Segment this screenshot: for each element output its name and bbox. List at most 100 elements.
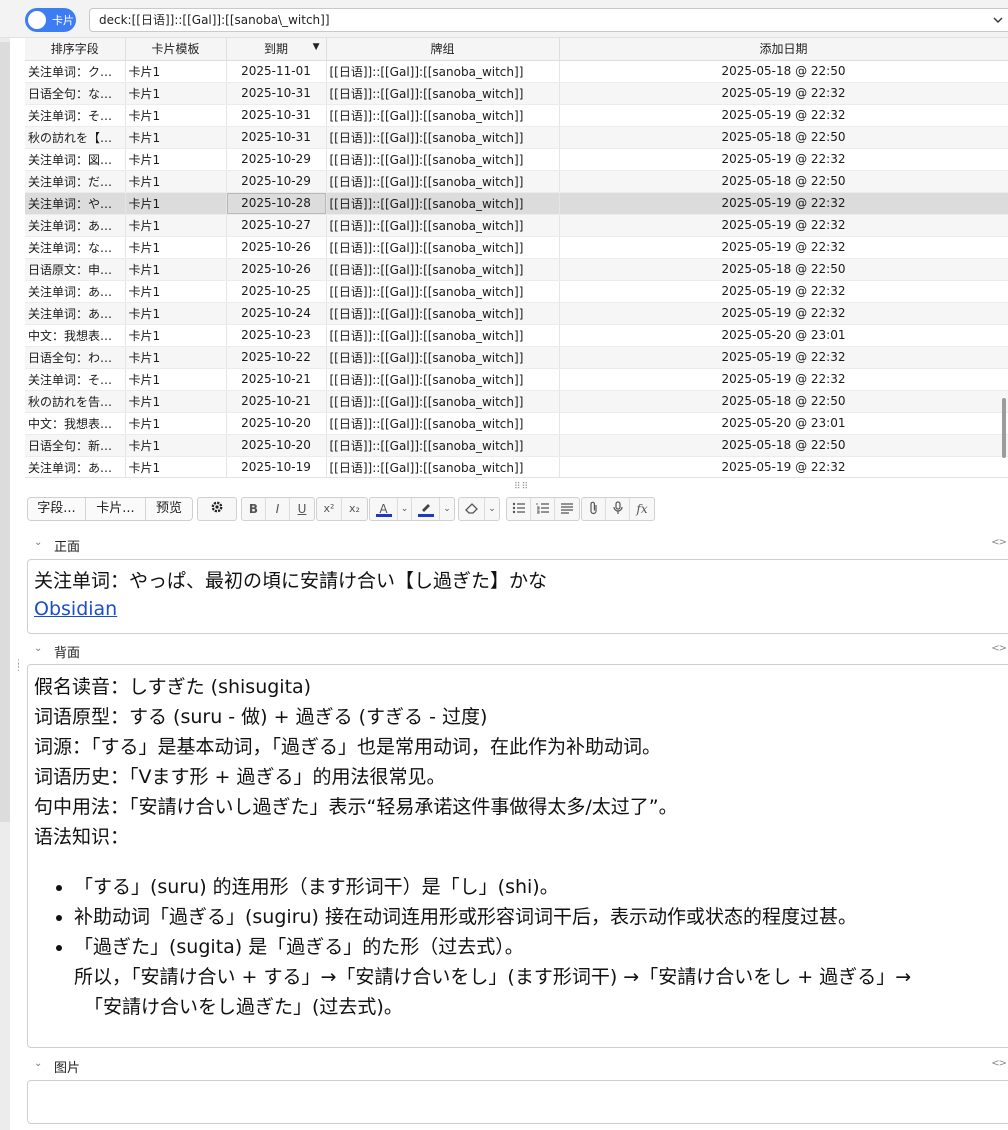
sidebar-collapsed-strip[interactable] xyxy=(0,42,10,822)
text-color-button[interactable]: A xyxy=(370,498,398,520)
table-row[interactable]: 关注单词：ク… 卡片1 2025-11-01 [[日语]]::[[Gal]]:[[sa… xyxy=(25,60,1008,83)
eraser-icon[interactable] xyxy=(459,498,485,520)
cell-added-date: 2025-05-20 @ 23:01 xyxy=(559,324,1008,347)
superscript-button[interactable]: x² xyxy=(317,498,342,520)
cell-due-date: 2025-10-29 xyxy=(226,170,327,193)
image-field-editor[interactable] xyxy=(27,1080,1008,1124)
column-header-card-template[interactable]: 卡片模板 xyxy=(125,38,227,61)
chevron-down-icon[interactable]: ⌄ xyxy=(34,1058,42,1069)
top-bar: 卡片 deck:[[日语]]::[[Gal]]:[[sanoba\_witch]… xyxy=(0,0,1008,38)
paperclip-icon[interactable] xyxy=(582,498,606,520)
cell-sort-field: 关注单词：あ… xyxy=(25,302,126,325)
cell-deck: [[日语]]::[[Gal]]:[[sanoba_witch]] xyxy=(326,104,560,127)
table-row[interactable]: 日语原文：申… 卡片1 2025-10-26 [[日语]]::[[Gal]]:[[sa… xyxy=(25,258,1008,281)
table-row[interactable]: 日语全句：わ… 卡片1 2025-10-22 [[日语]]::[[Gal]]:[[sa… xyxy=(25,346,1008,369)
chevron-down-icon[interactable]: ⌄ xyxy=(34,643,42,654)
table-row[interactable]: 关注单词：だ… 卡片1 2025-10-29 [[日语]]::[[Gal]]:[[sa… xyxy=(25,170,1008,193)
obsidian-link[interactable]: Obsidian xyxy=(34,598,117,620)
clear-format-dropdown-icon[interactable]: ⌄ xyxy=(485,498,499,520)
bold-button[interactable]: B xyxy=(242,498,266,520)
highlight-color-button[interactable] xyxy=(412,498,440,520)
grammar-continuation: 「安請け合いをし過ぎた」(过去式)。 xyxy=(84,996,403,1018)
table-row[interactable]: 秋の訪れを告… 卡片1 2025-10-21 [[日语]]::[[Gal]]:[[sa… xyxy=(25,390,1008,413)
back-line-reading: 假名读音：しすぎた (shisugita) xyxy=(34,676,312,698)
cell-sort-field: 关注单词：あ… xyxy=(25,280,126,303)
column-header-sort-field[interactable]: 排序字段 xyxy=(25,38,126,61)
highlight-dropdown-icon[interactable]: ⌄ xyxy=(440,498,454,520)
list-numbers-icon[interactable] xyxy=(531,498,555,520)
table-row[interactable]: 日语全句：新… 卡片1 2025-10-20 [[日语]]::[[Gal]]:[[sa… xyxy=(25,434,1008,457)
underline-button[interactable]: U xyxy=(290,498,314,520)
column-header-deck[interactable]: 牌组 xyxy=(326,38,560,61)
cell-card-template: 卡片1 xyxy=(125,148,227,171)
cell-deck: [[日语]]::[[Gal]]:[[sanoba_witch]] xyxy=(326,60,560,83)
html-editor-icon[interactable]: <> xyxy=(991,537,1007,548)
table-row[interactable]: 关注单词：あ… 卡片1 2025-10-25 [[日语]]::[[Gal]]:[[sa… xyxy=(25,280,1008,303)
table-row[interactable]: 秋の訪れを【… 卡片1 2025-10-31 [[日语]]::[[Gal]]:[[sa… xyxy=(25,126,1008,149)
cell-sort-field: 日语全句：わ… xyxy=(25,346,126,369)
table-row[interactable]: 关注单词：そ… 卡片1 2025-10-21 [[日语]]::[[Gal]]:[[sa… xyxy=(25,368,1008,391)
cell-added-date: 2025-05-18 @ 22:50 xyxy=(559,390,1008,413)
cell-deck: [[日语]]::[[Gal]]:[[sanoba_witch]] xyxy=(326,192,560,215)
table-resize-grip-icon[interactable]: ⠿⠿ xyxy=(514,482,529,492)
cell-deck: [[日语]]::[[Gal]]:[[sanoba_witch]] xyxy=(326,280,560,303)
list-group xyxy=(506,497,580,521)
microphone-icon[interactable] xyxy=(606,498,630,520)
grammar-bullet: 「する」(suru) 的连用形（ます形词干）是「し」(shi)。 xyxy=(74,872,1008,902)
search-input[interactable]: deck:[[日语]]::[[Gal]]:[[sanoba\_witch]] xyxy=(89,8,1008,32)
cell-sort-field: 日语全句：な… xyxy=(25,82,126,105)
chevron-down-icon[interactable]: ⌄ xyxy=(34,537,42,548)
table-row[interactable]: 关注单词：や… 卡片1 2025-10-28 [[日语]]::[[Gal]]:[[sa… xyxy=(25,192,1008,215)
html-editor-icon[interactable]: <> xyxy=(991,643,1007,654)
preview-button[interactable]: 预览 xyxy=(146,498,192,520)
cell-due-date: 2025-10-21 xyxy=(226,368,327,391)
text-color-swatch xyxy=(376,514,392,517)
cell-added-date: 2025-05-19 @ 22:32 xyxy=(559,280,1008,303)
back-field-editor[interactable]: 假名读音：しすぎた (shisugita) 词语原型：する (suru - 做)… xyxy=(27,664,1008,1048)
chevron-down-icon[interactable] xyxy=(992,9,1004,39)
cell-deck: [[日语]]::[[Gal]]:[[sanoba_witch]] xyxy=(326,346,560,369)
cell-due-date: 2025-10-21 xyxy=(226,390,327,413)
field-header-back[interactable]: ⌄ 背面 <> xyxy=(25,638,1008,664)
table-row[interactable]: 关注单词：図… 卡片1 2025-10-29 [[日语]]::[[Gal]]:[[sa… xyxy=(25,148,1008,171)
cell-sort-field: 秋の訪れを【… xyxy=(25,126,126,149)
column-header-added-date[interactable]: 添加日期 xyxy=(559,38,1008,61)
list-bullets-icon[interactable] xyxy=(507,498,531,520)
cell-card-template: 卡片1 xyxy=(125,192,227,215)
cell-card-template: 卡片1 xyxy=(125,368,227,391)
cards-button[interactable]: 卡片... xyxy=(86,498,146,520)
cell-card-template: 卡片1 xyxy=(125,170,227,193)
table-row[interactable]: 关注单词：あ… 卡片1 2025-10-19 [[日语]]::[[Gal]]:[[sa… xyxy=(25,456,1008,477)
table-row[interactable]: 关注单词：な… 卡片1 2025-10-26 [[日语]]::[[Gal]]:[[sa… xyxy=(25,236,1008,259)
table-row[interactable]: 日语全句：な… 卡片1 2025-10-31 [[日语]]::[[Gal]]:[[sa… xyxy=(25,82,1008,105)
settings-button[interactable] xyxy=(197,497,237,521)
grammar-continuation: 所以，「安請け合い + する」→「安請け合いをし」(ます形词干) →「安請け合い… xyxy=(74,966,912,988)
align-icon[interactable] xyxy=(555,498,579,520)
front-field-editor[interactable]: 关注单词：やっぱ、最初の頃に安請け合い【し過ぎた】かな Obsidian xyxy=(27,559,1008,634)
cell-card-template: 卡片1 xyxy=(125,214,227,237)
table-scrollbar-thumb[interactable] xyxy=(1002,398,1006,458)
splitter-grip-icon[interactable]: ⋮ ⋮ xyxy=(14,660,23,673)
cell-added-date: 2025-05-18 @ 22:50 xyxy=(559,434,1008,457)
field-header-front[interactable]: ⌄ 正面 <> xyxy=(25,532,1008,558)
table-row[interactable]: 关注单词：あ… 卡片1 2025-10-27 [[日语]]::[[Gal]]:[[sa… xyxy=(25,214,1008,237)
table-row[interactable]: 关注单词：そ… 卡片1 2025-10-31 [[日语]]::[[Gal]]:[[sa… xyxy=(25,104,1008,127)
table-row[interactable]: 中文：我想表… 卡片1 2025-10-23 [[日语]]::[[Gal]]:[[sa… xyxy=(25,324,1008,347)
text-color-dropdown-icon[interactable]: ⌄ xyxy=(398,498,412,520)
math-button[interactable]: fx xyxy=(630,498,654,520)
table-row[interactable]: 中文：我想表… 卡片1 2025-10-20 [[日语]]::[[Gal]]:[[sa… xyxy=(25,412,1008,435)
html-editor-icon[interactable]: <> xyxy=(991,1058,1007,1069)
field-header-image[interactable]: ⌄ 图片 <> xyxy=(25,1053,1008,1079)
subscript-button[interactable]: x₂ xyxy=(342,498,367,520)
column-header-due[interactable]: 到期 ▼ xyxy=(226,38,327,61)
cell-sort-field: 关注单词：そ… xyxy=(25,104,126,127)
cell-added-date: 2025-05-19 @ 22:32 xyxy=(559,368,1008,391)
cell-sort-field: 关注单词：だ… xyxy=(25,170,126,193)
table-row[interactable]: 关注单词：あ… 卡片1 2025-10-24 [[日语]]::[[Gal]]:[[sa… xyxy=(25,302,1008,325)
cell-added-date: 2025-05-18 @ 22:50 xyxy=(559,170,1008,193)
cell-deck: [[日语]]::[[Gal]]:[[sanoba_witch]] xyxy=(326,434,560,457)
fields-button[interactable]: 字段... xyxy=(28,498,86,520)
italic-button[interactable]: I xyxy=(266,498,290,520)
cell-added-date: 2025-05-20 @ 23:01 xyxy=(559,412,1008,435)
card-mode-toggle[interactable]: 卡片 xyxy=(25,8,76,32)
